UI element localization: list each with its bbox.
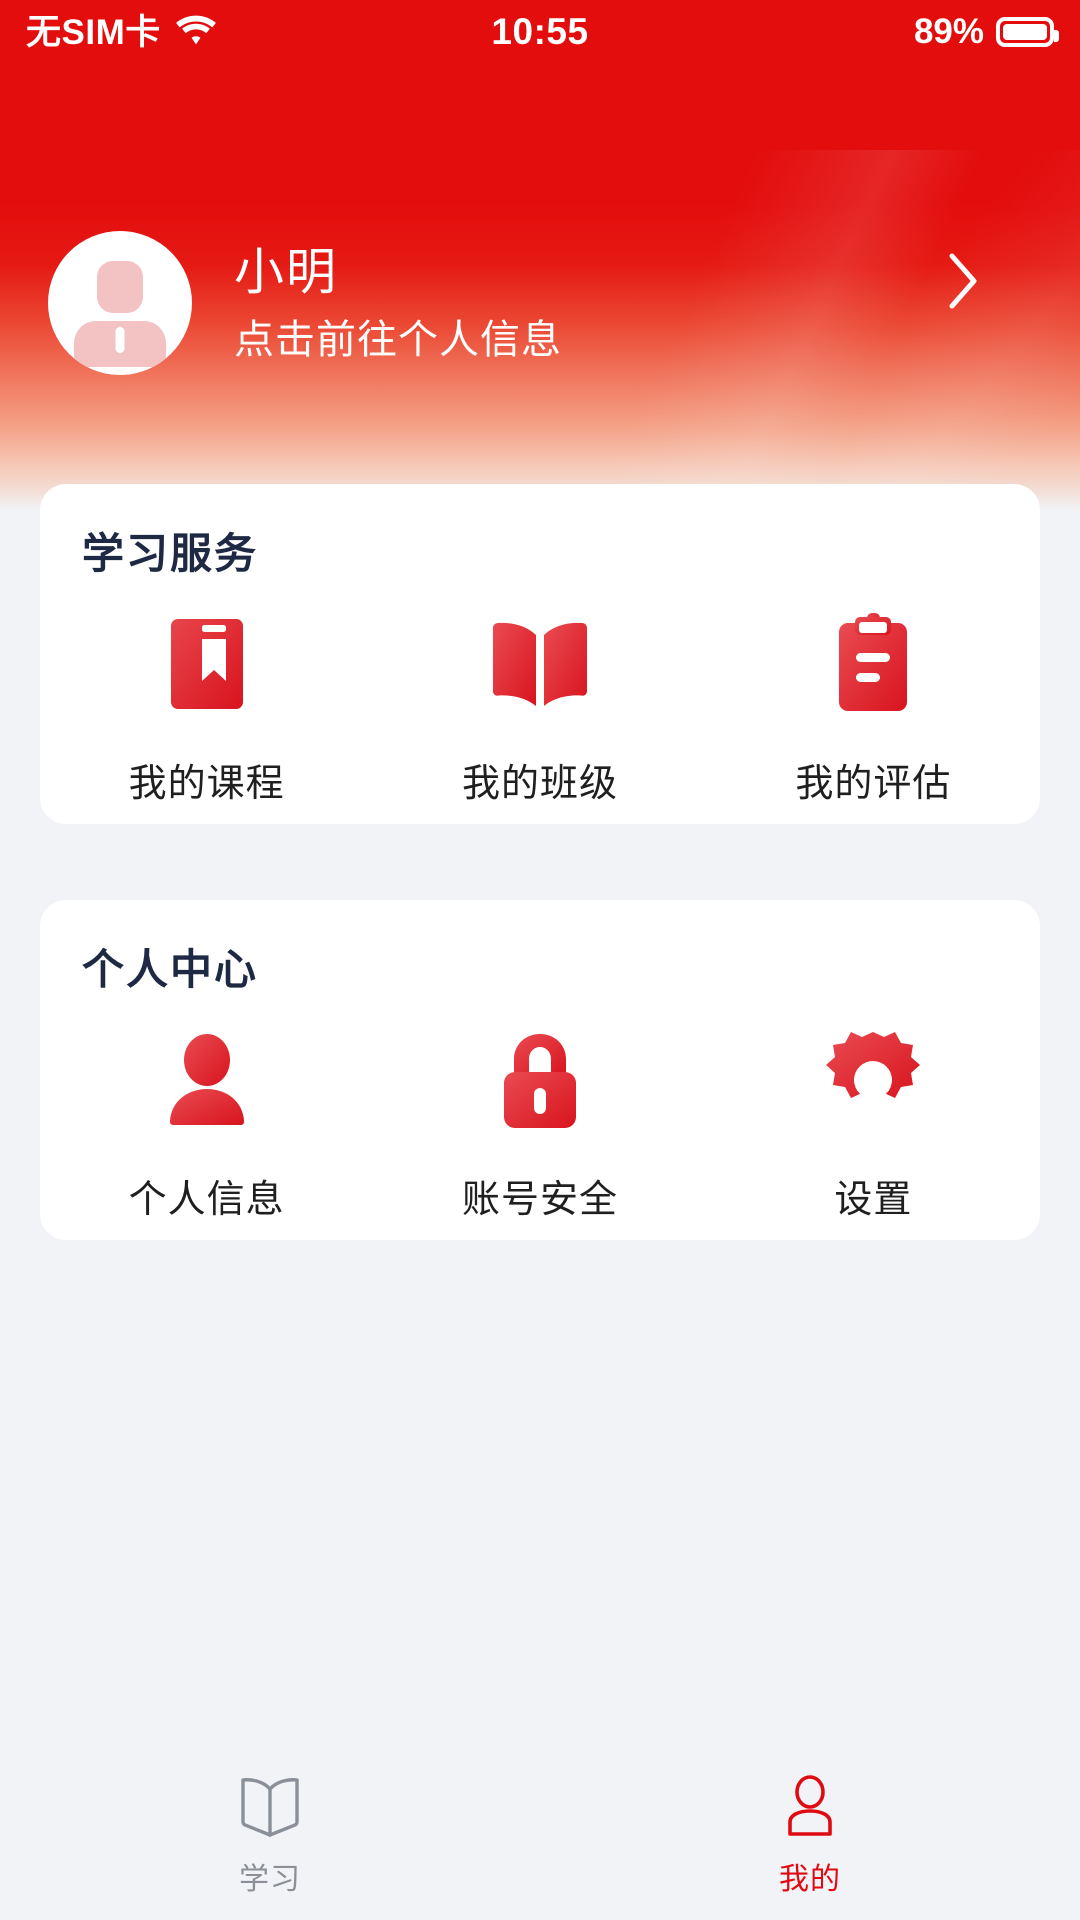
grid-item-personal-info[interactable]: 个人信息 [40,1028,373,1223]
grid-item-label: 我的评估 [795,763,952,805]
profile-text: 小明 点击前往个人信息 [234,243,562,364]
battery-percent-label: 89% [913,12,984,51]
card-personal-center: 个人中心 个人信息 账号安全 设置 [40,900,1040,1240]
lock-icon [494,1028,586,1132]
grid-item-label: 我的课程 [128,763,285,805]
tab-label: 我的 [779,1863,841,1896]
user-outline-icon [778,1770,842,1842]
grid-personal-center: 个人信息 账号安全 设置 [40,1028,1040,1223]
avatar[interactable] [48,231,192,375]
grid-item-my-courses[interactable]: 我的课程 [40,612,373,807]
tab-mine[interactable]: 我的 [540,1748,1080,1920]
app-screen: 无SIM卡 10:55 89% 小明 点击前往个人信息 学习服务 我的课程 我的… [0,0,1080,1920]
grid-item-label: 个人信息 [128,1179,285,1221]
clipboard-icon [829,612,917,716]
profile-header: 无SIM卡 10:55 89% 小明 点击前往个人信息 [0,0,1080,510]
grid-item-my-class[interactable]: 我的班级 [373,612,706,807]
grid-study-services: 我的课程 我的班级 我的评估 [40,612,1040,807]
status-bar-right: 89% [913,12,1059,52]
open-book-icon [488,612,592,716]
card-study-services: 学习服务 我的课程 我的班级 我的评估 [40,484,1040,824]
profile-row[interactable]: 小明 点击前往个人信息 [48,228,1032,378]
tab-study[interactable]: 学习 [0,1748,540,1920]
gear-icon [823,1028,923,1132]
profile-name: 小明 [234,243,338,300]
battery-icon [996,17,1059,47]
user-icon [159,1028,255,1132]
card-title: 学习服务 [82,530,259,577]
grid-item-settings[interactable]: 设置 [707,1028,1040,1223]
avatar-placeholder-icon [97,261,143,313]
tab-label: 学习 [239,1863,301,1896]
grid-item-my-assessment[interactable]: 我的评估 [707,612,1040,807]
bottom-tab-bar: 学习 我的 [0,1748,1080,1920]
grid-item-account-security[interactable]: 账号安全 [373,1028,706,1223]
grid-item-label: 我的班级 [461,763,618,805]
profile-subtitle: 点击前往个人信息 [234,317,562,362]
chevron-right-icon[interactable] [944,246,984,316]
grid-item-label: 账号安全 [461,1179,618,1221]
open-book-outline-icon [237,1770,303,1842]
status-bar: 无SIM卡 10:55 89% [0,0,1080,64]
grid-item-label: 设置 [834,1179,913,1221]
book-bookmark-icon [165,612,249,716]
card-title: 个人中心 [82,946,259,993]
